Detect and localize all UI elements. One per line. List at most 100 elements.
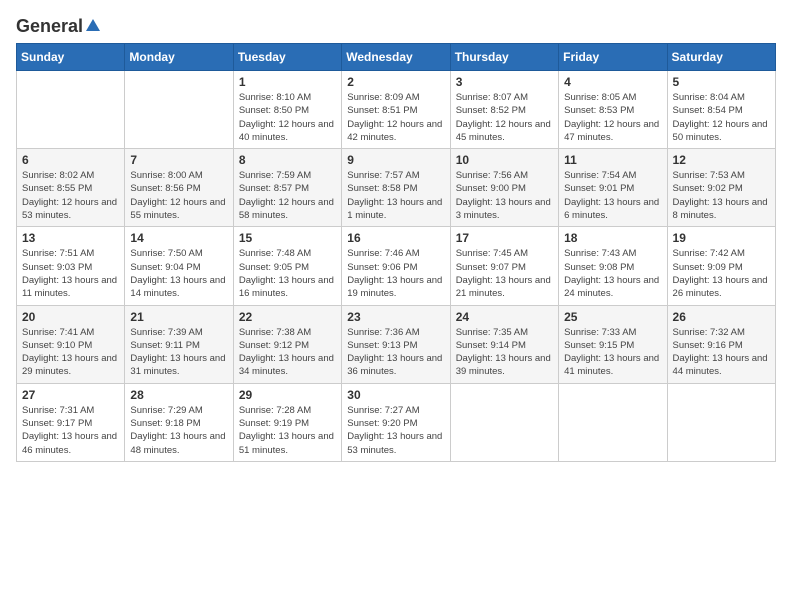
calendar-week-row: 6 Sunrise: 8:02 AMSunset: 8:55 PMDaylight…	[17, 149, 776, 227]
calendar-day-cell: 2 Sunrise: 8:09 AMSunset: 8:51 PMDaylight…	[342, 71, 450, 149]
calendar-day-cell: 20 Sunrise: 7:41 AMSunset: 9:10 PMDayligh…	[17, 305, 125, 383]
calendar-day-cell: 3 Sunrise: 8:07 AMSunset: 8:52 PMDaylight…	[450, 71, 558, 149]
calendar-day-cell: 28 Sunrise: 7:29 AMSunset: 9:18 PMDayligh…	[125, 383, 233, 461]
calendar-week-row: 1 Sunrise: 8:10 AMSunset: 8:50 PMDaylight…	[17, 71, 776, 149]
day-number: 23	[347, 310, 444, 324]
day-info: Sunrise: 7:29 AMSunset: 9:18 PMDaylight:…	[130, 404, 227, 457]
calendar-day-cell	[559, 383, 667, 461]
day-number: 26	[673, 310, 770, 324]
calendar-week-row: 27 Sunrise: 7:31 AMSunset: 9:17 PMDayligh…	[17, 383, 776, 461]
day-info: Sunrise: 7:56 AMSunset: 9:00 PMDaylight:…	[456, 169, 553, 222]
day-info: Sunrise: 7:31 AMSunset: 9:17 PMDaylight:…	[22, 404, 119, 457]
calendar-day-cell: 6 Sunrise: 8:02 AMSunset: 8:55 PMDaylight…	[17, 149, 125, 227]
day-info: Sunrise: 7:28 AMSunset: 9:19 PMDaylight:…	[239, 404, 336, 457]
day-info: Sunrise: 8:10 AMSunset: 8:50 PMDaylight:…	[239, 91, 336, 144]
calendar-day-cell: 24Sunrise: 7:35 AMSunset: 9:14 PMDayligh…	[450, 305, 558, 383]
day-number: 10	[456, 153, 553, 167]
calendar-header-row: SundayMondayTuesdayWednesdayThursdayFrid…	[17, 44, 776, 71]
calendar-day-cell: 27 Sunrise: 7:31 AMSunset: 9:17 PMDayligh…	[17, 383, 125, 461]
day-info: Sunrise: 7:42 AMSunset: 9:09 PMDaylight:…	[673, 247, 770, 300]
day-of-week-header: Friday	[559, 44, 667, 71]
day-info: Sunrise: 7:35 AMSunset: 9:14 PMDaylight:…	[456, 326, 553, 379]
calendar-day-cell: 14 Sunrise: 7:50 AMSunset: 9:04 PMDayligh…	[125, 227, 233, 305]
calendar-day-cell: 18 Sunrise: 7:43 AMSunset: 9:08 PMDayligh…	[559, 227, 667, 305]
day-info: Sunrise: 7:50 AMSunset: 9:04 PMDaylight:…	[130, 247, 227, 300]
calendar-day-cell: 17Sunrise: 7:45 AMSunset: 9:07 PMDayligh…	[450, 227, 558, 305]
day-info: Sunrise: 7:43 AMSunset: 9:08 PMDaylight:…	[564, 247, 661, 300]
day-number: 13	[22, 231, 119, 245]
header: General	[16, 16, 776, 33]
day-info: Sunrise: 7:38 AMSunset: 9:12 PMDaylight:…	[239, 326, 336, 379]
calendar: SundayMondayTuesdayWednesdayThursdayFrid…	[16, 43, 776, 462]
logo-general: General	[16, 16, 83, 37]
day-of-week-header: Thursday	[450, 44, 558, 71]
calendar-day-cell: 13 Sunrise: 7:51 AMSunset: 9:03 PMDayligh…	[17, 227, 125, 305]
day-number: 27	[22, 388, 119, 402]
day-info: Sunrise: 7:53 AMSunset: 9:02 PMDaylight:…	[673, 169, 770, 222]
logo: General	[16, 16, 102, 33]
day-info: Sunrise: 7:46 AMSunset: 9:06 PMDaylight:…	[347, 247, 444, 300]
calendar-day-cell: 15Sunrise: 7:48 AMSunset: 9:05 PMDayligh…	[233, 227, 341, 305]
day-number: 4	[564, 75, 661, 89]
day-number: 17	[456, 231, 553, 245]
day-number: 20	[22, 310, 119, 324]
day-info: Sunrise: 7:32 AMSunset: 9:16 PMDaylight:…	[673, 326, 770, 379]
logo-icon	[84, 17, 102, 35]
day-number: 1	[239, 75, 336, 89]
day-info: Sunrise: 7:51 AMSunset: 9:03 PMDaylight:…	[22, 247, 119, 300]
calendar-week-row: 13 Sunrise: 7:51 AMSunset: 9:03 PMDayligh…	[17, 227, 776, 305]
calendar-day-cell: 4 Sunrise: 8:05 AMSunset: 8:53 PMDaylight…	[559, 71, 667, 149]
day-number: 3	[456, 75, 553, 89]
calendar-day-cell: 30 Sunrise: 7:27 AMSunset: 9:20 PMDayligh…	[342, 383, 450, 461]
day-number: 8	[239, 153, 336, 167]
day-of-week-header: Saturday	[667, 44, 775, 71]
day-of-week-header: Wednesday	[342, 44, 450, 71]
day-number: 16	[347, 231, 444, 245]
day-info: Sunrise: 8:09 AMSunset: 8:51 PMDaylight:…	[347, 91, 444, 144]
calendar-day-cell: 23Sunrise: 7:36 AMSunset: 9:13 PMDayligh…	[342, 305, 450, 383]
day-number: 25	[564, 310, 661, 324]
calendar-day-cell: 26 Sunrise: 7:32 AMSunset: 9:16 PMDayligh…	[667, 305, 775, 383]
day-info: Sunrise: 8:07 AMSunset: 8:52 PMDaylight:…	[456, 91, 553, 144]
day-info: Sunrise: 8:00 AMSunset: 8:56 PMDaylight:…	[130, 169, 227, 222]
calendar-day-cell	[125, 71, 233, 149]
calendar-day-cell: 25 Sunrise: 7:33 AMSunset: 9:15 PMDayligh…	[559, 305, 667, 383]
calendar-day-cell: 22Sunrise: 7:38 AMSunset: 9:12 PMDayligh…	[233, 305, 341, 383]
calendar-day-cell: 11 Sunrise: 7:54 AMSunset: 9:01 PMDayligh…	[559, 149, 667, 227]
calendar-day-cell	[667, 383, 775, 461]
calendar-day-cell: 8 Sunrise: 7:59 AMSunset: 8:57 PMDaylight…	[233, 149, 341, 227]
day-number: 11	[564, 153, 661, 167]
calendar-day-cell: 12Sunrise: 7:53 AMSunset: 9:02 PMDayligh…	[667, 149, 775, 227]
day-number: 28	[130, 388, 227, 402]
day-info: Sunrise: 7:41 AMSunset: 9:10 PMDaylight:…	[22, 326, 119, 379]
day-number: 2	[347, 75, 444, 89]
calendar-day-cell	[17, 71, 125, 149]
day-number: 6	[22, 153, 119, 167]
day-info: Sunrise: 8:05 AMSunset: 8:53 PMDaylight:…	[564, 91, 661, 144]
day-info: Sunrise: 7:33 AMSunset: 9:15 PMDaylight:…	[564, 326, 661, 379]
day-of-week-header: Tuesday	[233, 44, 341, 71]
calendar-day-cell: 21Sunrise: 7:39 AMSunset: 9:11 PMDayligh…	[125, 305, 233, 383]
day-number: 14	[130, 231, 227, 245]
calendar-day-cell: 16 Sunrise: 7:46 AMSunset: 9:06 PMDayligh…	[342, 227, 450, 305]
calendar-week-row: 20 Sunrise: 7:41 AMSunset: 9:10 PMDayligh…	[17, 305, 776, 383]
day-info: Sunrise: 7:48 AMSunset: 9:05 PMDaylight:…	[239, 247, 336, 300]
day-number: 19	[673, 231, 770, 245]
day-number: 9	[347, 153, 444, 167]
calendar-day-cell: 5 Sunrise: 8:04 AMSunset: 8:54 PMDaylight…	[667, 71, 775, 149]
calendar-day-cell: 19 Sunrise: 7:42 AMSunset: 9:09 PMDayligh…	[667, 227, 775, 305]
day-number: 7	[130, 153, 227, 167]
day-number: 5	[673, 75, 770, 89]
day-info: Sunrise: 7:39 AMSunset: 9:11 PMDaylight:…	[130, 326, 227, 379]
calendar-day-cell: 7 Sunrise: 8:00 AMSunset: 8:56 PMDaylight…	[125, 149, 233, 227]
day-info: Sunrise: 7:27 AMSunset: 9:20 PMDaylight:…	[347, 404, 444, 457]
day-info: Sunrise: 7:59 AMSunset: 8:57 PMDaylight:…	[239, 169, 336, 222]
day-of-week-header: Sunday	[17, 44, 125, 71]
calendar-day-cell: 9Sunrise: 7:57 AMSunset: 8:58 PMDaylight…	[342, 149, 450, 227]
day-number: 30	[347, 388, 444, 402]
day-info: Sunrise: 7:54 AMSunset: 9:01 PMDaylight:…	[564, 169, 661, 222]
day-number: 18	[564, 231, 661, 245]
day-info: Sunrise: 8:02 AMSunset: 8:55 PMDaylight:…	[22, 169, 119, 222]
day-number: 29	[239, 388, 336, 402]
day-info: Sunrise: 8:04 AMSunset: 8:54 PMDaylight:…	[673, 91, 770, 144]
